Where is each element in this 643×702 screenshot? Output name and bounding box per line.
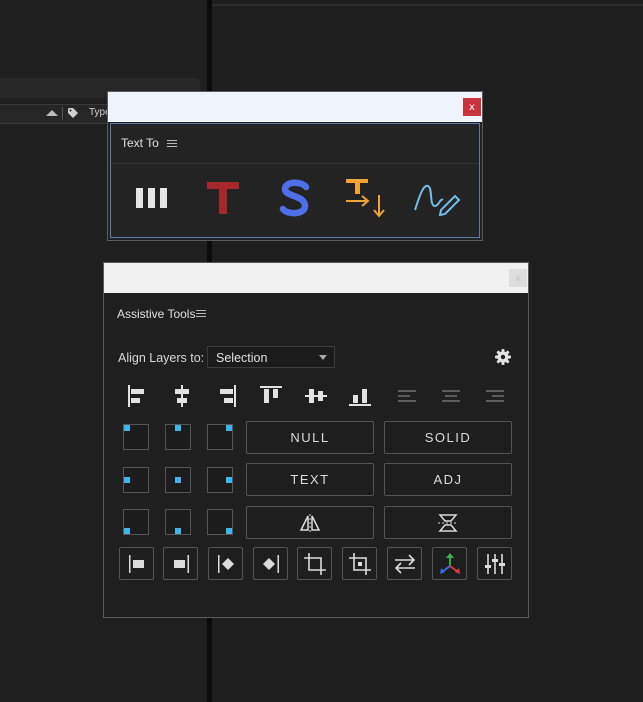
panel-menu-icon[interactable] [196,310,206,319]
anchor-right-edge-icon [173,554,189,573]
anchor-left-edge-button[interactable] [119,547,154,580]
align-bottom-icon[interactable] [347,383,373,409]
text-to-window: x Text To [107,91,483,241]
flip-horizontal-button[interactable] [246,506,374,539]
align-left-icon[interactable] [124,383,150,409]
keyframe-left-button[interactable] [208,547,243,580]
blue-s-icon [279,179,310,217]
anchor-top-right[interactable] [207,424,233,450]
swap-arrows-icon [394,553,415,574]
3d-axis-button[interactable] [432,547,467,580]
keyframe-right-icon [262,554,279,573]
solid-button[interactable]: SOLID [384,421,512,454]
3d-axis-icon [439,552,460,574]
align-layers-select[interactable]: Selection [207,346,335,368]
anchor-bottom-right[interactable] [207,509,233,535]
text-to-bars-button[interactable] [128,174,176,222]
adj-button[interactable]: ADJ [384,463,512,496]
column-separator [62,107,63,120]
anchor-middle-left[interactable] [123,467,149,493]
window-titlebar[interactable] [108,92,482,122]
panel-divider-line [111,163,479,164]
red-t-icon [207,182,239,214]
gear-icon[interactable] [495,349,511,365]
align-layers-label: Align Layers to: [118,351,205,365]
text-to-panel: Text To [110,123,480,238]
align-vertical-center-icon[interactable] [303,383,329,409]
distribute-left-icon[interactable] [394,383,420,409]
anchor-middle-right[interactable] [207,467,233,493]
flip-vertical-button[interactable] [384,506,512,539]
close-button[interactable]: x [509,269,527,287]
text-to-blue-s-button[interactable] [271,174,319,222]
align-horizontal-center-icon[interactable] [169,383,195,409]
keyframe-left-icon [217,554,234,573]
anchor-top-center[interactable] [165,424,191,450]
anchor-left-edge-icon [128,554,144,573]
text-to-arrows-icon [346,179,385,218]
distribute-center-icon[interactable] [438,383,464,409]
anchor-center[interactable] [165,467,191,493]
anchor-bottom-center[interactable] [165,509,191,535]
assistive-tools-window: x Assistive Tools Align Layers to: Selec… [103,262,529,618]
text-to-arrows-button[interactable] [342,174,390,222]
bars-icon [136,188,167,208]
align-top-icon[interactable] [258,383,284,409]
null-button[interactable]: NULL [246,421,374,454]
close-button[interactable]: x [463,98,481,116]
tag-icon[interactable] [68,108,78,118]
distribute-right-icon[interactable] [482,383,508,409]
background-right-header [212,4,643,6]
sort-up-icon[interactable] [46,110,58,116]
sliders-icon [484,553,505,574]
window-titlebar[interactable] [104,263,528,293]
panel-menu-icon[interactable] [167,140,177,149]
align-layers-select-value: Selection [216,351,268,365]
panel-title: Text To [121,136,159,150]
align-right-icon[interactable] [214,383,240,409]
crop-icon [303,552,326,575]
flip-vertical-icon [438,513,458,532]
panel-title: Assistive Tools [117,307,196,321]
adjust-sliders-button[interactable] [477,547,512,580]
anchor-right-edge-button[interactable] [163,547,198,580]
crop-button[interactable] [297,547,332,580]
chevron-down-icon [319,355,327,360]
pen-signature-icon [414,184,461,216]
swap-button[interactable] [387,547,422,580]
text-to-pen-button[interactable] [413,174,461,222]
text-to-red-t-button[interactable] [199,174,247,222]
keyframe-right-button[interactable] [253,547,288,580]
anchor-top-left[interactable] [123,424,149,450]
flip-horizontal-icon [299,513,321,532]
anchor-bottom-left[interactable] [123,509,149,535]
text-button[interactable]: TEXT [246,463,374,496]
anchor-center-icon [348,552,371,575]
anchor-center-button[interactable] [342,547,377,580]
